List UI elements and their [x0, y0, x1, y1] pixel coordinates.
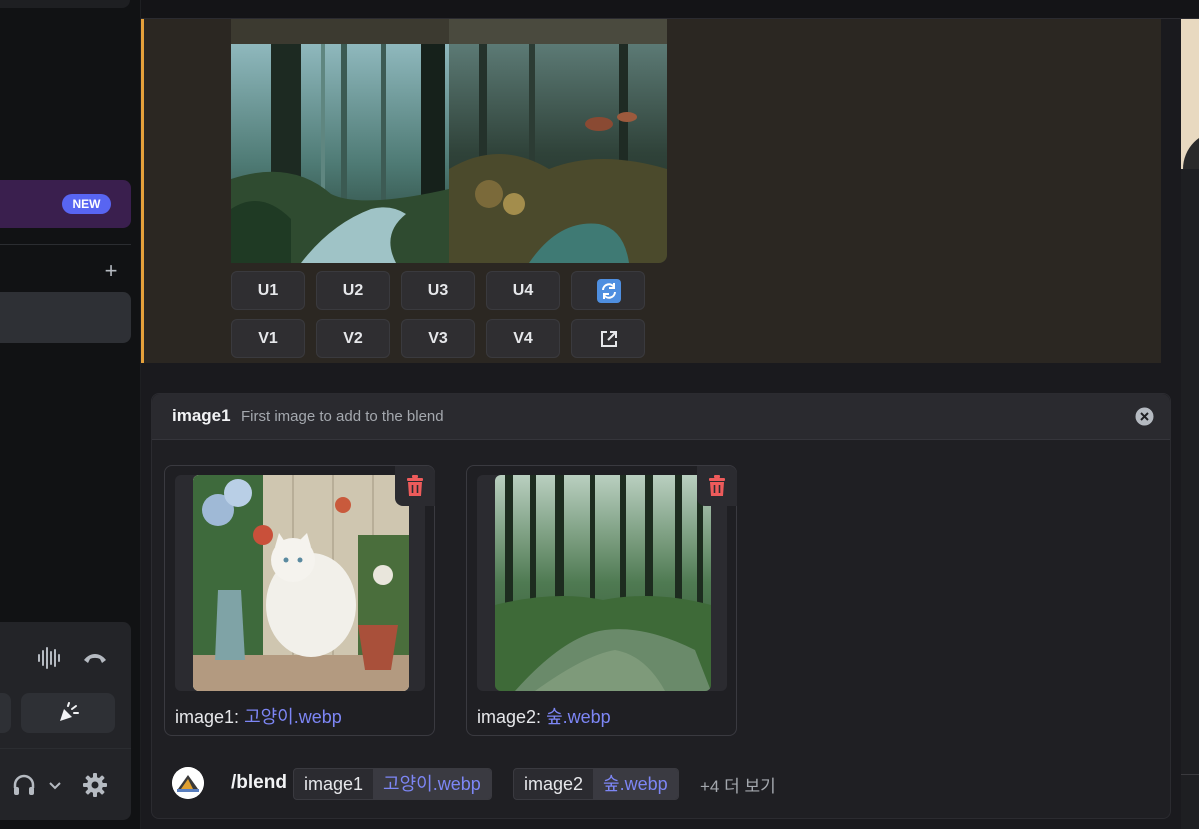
soundboard-button[interactable] — [21, 693, 115, 733]
param-chip-image1[interactable]: image1 고양이.webp — [293, 768, 492, 800]
attachment-label-2: image2: 숲.webp — [477, 707, 611, 727]
attachment-thumbnail-cat[interactable] — [193, 475, 409, 691]
right-divider — [1181, 774, 1199, 775]
option-name: image1 — [172, 406, 231, 425]
hang-up-icon[interactable] — [82, 646, 108, 670]
trash-icon — [709, 475, 725, 496]
external-link-icon — [601, 331, 617, 347]
result-image-2[interactable] — [449, 19, 667, 263]
upscale-button-1[interactable]: U1 — [231, 271, 305, 310]
option-description: First image to add to the blend — [241, 408, 444, 425]
chevron-down-icon[interactable] — [46, 776, 64, 794]
sidebar-item-selected[interactable] — [0, 292, 131, 343]
param-key: image2 — [524, 774, 584, 794]
result-image-1[interactable] — [231, 19, 449, 263]
attachment-label-1: image1: 고양이.webp — [175, 707, 342, 727]
bot-avatar — [172, 767, 204, 799]
remove-attachment-2-button[interactable] — [697, 466, 737, 506]
sidebar-divider — [0, 244, 131, 245]
param-key: image1 — [304, 774, 364, 794]
voice-action-button[interactable] — [0, 693, 11, 733]
upscale-button-2[interactable]: U2 — [316, 271, 390, 310]
attachment-thumbnail-forest[interactable] — [495, 475, 711, 691]
param-value: 고양이.webp — [373, 769, 491, 799]
trash-icon — [407, 475, 423, 496]
param-chip-image2[interactable]: image2 숲.webp — [513, 768, 679, 800]
attachment-filename-1[interactable]: 고양이.webp — [244, 707, 342, 727]
open-web-button[interactable] — [571, 319, 645, 358]
member-avatar-preview — [1181, 19, 1199, 169]
soundwave-icon[interactable] — [36, 646, 62, 670]
attachment-filename-2[interactable]: 숲.webp — [546, 707, 611, 727]
reroll-button[interactable] — [571, 271, 645, 310]
remove-attachment-1-button[interactable] — [395, 466, 435, 506]
add-channel-icon[interactable]: + — [100, 258, 122, 284]
variation-button-2[interactable]: V2 — [316, 319, 390, 358]
variation-button-4[interactable]: V4 — [486, 319, 560, 358]
voice-panel-divider — [0, 748, 131, 749]
variation-button-3[interactable]: V3 — [401, 319, 475, 358]
soundboard-icon — [60, 702, 79, 721]
headphones-icon[interactable] — [11, 772, 37, 798]
command-name: /blend — [231, 772, 287, 793]
upscale-button-3[interactable]: U3 — [401, 271, 475, 310]
param-value: 숲.webp — [593, 769, 678, 799]
sidebar-top-item[interactable] — [0, 0, 130, 8]
upscale-button-4[interactable]: U4 — [486, 271, 560, 310]
variation-button-1[interactable]: V1 — [231, 319, 305, 358]
refresh-icon — [597, 279, 621, 303]
show-more-options[interactable]: +4 더 보기 — [700, 772, 776, 797]
close-icon[interactable] — [1135, 407, 1154, 426]
new-badge: NEW — [62, 194, 111, 214]
gear-icon[interactable] — [81, 771, 109, 799]
chat-header — [141, 0, 1199, 19]
